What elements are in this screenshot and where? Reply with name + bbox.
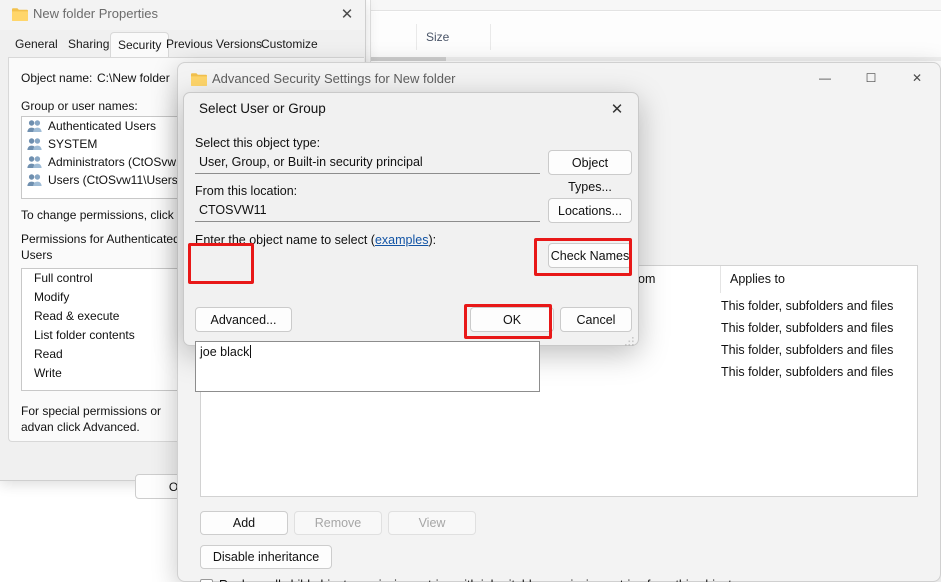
minimize-button[interactable]: — bbox=[802, 63, 848, 94]
select-user-or-group-dialog[interactable]: Select User or Group ✕ Select this objec… bbox=[183, 92, 639, 392]
properties-close-button[interactable]: ✕ bbox=[333, 4, 361, 26]
location-field[interactable]: CTOSVW11 bbox=[195, 201, 540, 222]
advanced-close-button[interactable]: ✕ bbox=[894, 63, 940, 94]
folder-icon bbox=[191, 72, 207, 91]
users-icon bbox=[27, 173, 42, 187]
explorer-scrollbar[interactable] bbox=[371, 57, 941, 61]
object-type-label: Select this object type: bbox=[195, 136, 321, 150]
object-name-value: C:\New folder bbox=[97, 71, 170, 85]
tab-general[interactable]: General bbox=[8, 34, 65, 57]
text-caret bbox=[250, 345, 252, 358]
cell-applies-to: This folder, subfolders and files bbox=[721, 343, 894, 357]
change-permissions-hint: To change permissions, click Edi bbox=[21, 208, 195, 222]
select-user-cancel-button[interactable]: Cancel bbox=[560, 307, 632, 332]
explorer-toolbar bbox=[371, 0, 941, 11]
tab-customize[interactable]: Customize bbox=[254, 34, 325, 57]
object-types-button[interactable]: Object Types... bbox=[548, 150, 632, 194]
list-item-label: Authenticated Users bbox=[48, 119, 157, 133]
enter-object-name-label-end: ): bbox=[428, 233, 437, 247]
replace-child-permissions-label: Replace all child object permission entr… bbox=[219, 578, 732, 582]
tab-previous-versions[interactable]: Previous Versions bbox=[159, 34, 269, 57]
select-user-close-button[interactable]: ✕ bbox=[604, 98, 630, 122]
users-icon bbox=[27, 137, 42, 151]
users-icon bbox=[27, 119, 42, 133]
cell-applies-to: This folder, subfolders and files bbox=[721, 365, 894, 379]
folder-icon bbox=[12, 7, 28, 26]
advanced-button[interactable]: Advanced... bbox=[195, 307, 292, 332]
explorer-column-size[interactable]: Size bbox=[416, 24, 491, 50]
properties-tab-strip: General Sharing Security Previous Versio… bbox=[0, 32, 365, 57]
cell-applies-to: This folder, subfolders and files bbox=[721, 299, 894, 313]
list-item-label: SYSTEM bbox=[48, 137, 98, 151]
list-item-label: Users (CtOSvw11\Users) bbox=[48, 173, 182, 187]
replace-child-permissions-row[interactable]: Replace all child object permission entr… bbox=[200, 578, 732, 582]
group-or-user-names-label: Group or user names: bbox=[21, 99, 138, 113]
view-button: View bbox=[388, 511, 476, 535]
select-user-title-text: Select User or Group bbox=[199, 101, 326, 116]
enter-object-name-label-start: Enter the object name to select ( bbox=[195, 233, 375, 247]
select-user-ok-button[interactable]: OK bbox=[470, 307, 554, 332]
object-type-field[interactable]: User, Group, or Built-in security princi… bbox=[195, 153, 540, 174]
add-button[interactable]: Add bbox=[200, 511, 288, 535]
object-name-input-value: joe black bbox=[200, 345, 250, 359]
disable-inheritance-button[interactable]: Disable inheritance bbox=[200, 545, 332, 569]
list-item-label: Administrators (CtOSvw11\ bbox=[48, 155, 192, 169]
properties-title-text: New folder Properties bbox=[33, 6, 158, 21]
users-icon bbox=[27, 155, 42, 169]
check-names-button[interactable]: Check Names bbox=[548, 243, 632, 268]
locations-button[interactable]: Locations... bbox=[548, 198, 632, 223]
tab-sharing[interactable]: Sharing bbox=[61, 34, 116, 57]
examples-link[interactable]: examples bbox=[375, 233, 429, 247]
enter-object-name-label: Enter the object name to select (example… bbox=[195, 233, 436, 247]
object-name-input[interactable]: joe black bbox=[195, 341, 540, 392]
select-user-title-bar: Select User or Group ✕ bbox=[184, 93, 638, 127]
resize-grip[interactable] bbox=[625, 333, 634, 346]
advanced-title-text: Advanced Security Settings for New folde… bbox=[212, 71, 456, 86]
advanced-title-bar: Advanced Security Settings for New folde… bbox=[178, 63, 940, 95]
remove-button: Remove bbox=[294, 511, 382, 535]
object-name-label: Object name: bbox=[21, 71, 93, 85]
cell-applies-to: This folder, subfolders and files bbox=[721, 321, 894, 335]
special-permissions-hint: For special permissions or advan click A… bbox=[21, 404, 162, 434]
maximize-button[interactable]: ☐ bbox=[848, 63, 894, 94]
properties-title-bar: New folder Properties ✕ bbox=[0, 0, 365, 30]
column-applies-to[interactable]: Applies to bbox=[721, 266, 917, 293]
location-label: From this location: bbox=[195, 184, 298, 198]
